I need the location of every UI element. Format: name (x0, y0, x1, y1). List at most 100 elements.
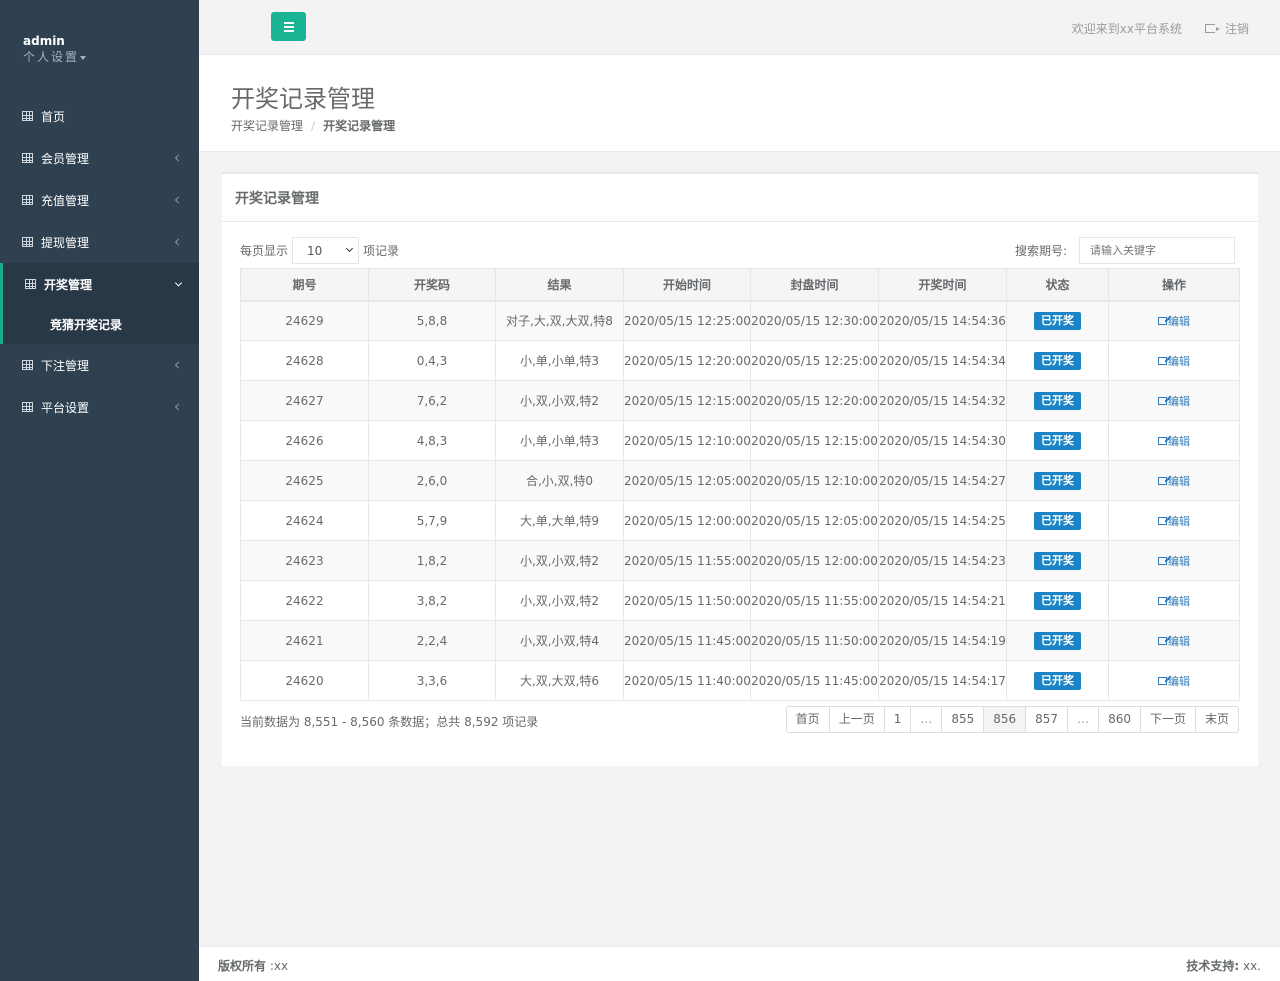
sidebar-item-6[interactable]: 下注管理 (0, 344, 199, 386)
table-cell: 编辑 (1108, 660, 1240, 701)
table-cell: 24623 (240, 540, 369, 581)
table-row: 24623 1,8,2 小,双,小双,特2 2020/05/15 11:55:00 20… (240, 540, 1240, 581)
sidebar-item-1[interactable]: 会员管理 (0, 137, 199, 179)
column-header[interactable]: 开奖时间 (878, 268, 1007, 302)
pagination-button[interactable]: 857 (1025, 706, 1069, 733)
pencil-square-icon (1158, 436, 1167, 445)
table-cell: 已开奖 (1006, 540, 1109, 581)
table-controls: 每页显示 10 项记录 搜索期号: (240, 237, 1235, 265)
table-cell: 2020/05/15 12:25:00 (750, 340, 879, 381)
column-header[interactable]: 操作 (1108, 268, 1240, 302)
chevron-left-icon (174, 403, 183, 411)
pagination-button[interactable]: 856 (983, 706, 1027, 733)
pencil-square-icon (1158, 596, 1167, 605)
pagination-button[interactable]: 860 (1098, 706, 1141, 733)
logout-link[interactable]: 注销 (1204, 20, 1249, 37)
search-input[interactable] (1079, 237, 1235, 264)
table-cell: 2020/05/15 12:15:00 (623, 380, 751, 421)
table-cell: 编辑 (1108, 380, 1240, 421)
edit-link[interactable]: 编辑 (1158, 393, 1190, 409)
edit-label: 编辑 (1168, 674, 1190, 688)
sidebar-item-4[interactable]: 开奖管理 (0, 263, 199, 305)
length-suffix: 项记录 (363, 244, 400, 258)
profile-settings-dropdown[interactable]: 个人设置 (23, 49, 87, 65)
edit-link[interactable]: 编辑 (1158, 593, 1190, 609)
table-cell: 编辑 (1108, 620, 1240, 661)
table-cell: 7,6,2 (368, 380, 496, 421)
edit-link[interactable]: 编辑 (1158, 673, 1190, 689)
table-cell: 4,8,3 (368, 420, 496, 461)
edit-link[interactable]: 编辑 (1158, 433, 1190, 449)
table-row: 24621 2,2,4 小,双,小双,特4 2020/05/15 11:45:00 20… (240, 620, 1240, 661)
edit-link[interactable]: 编辑 (1158, 473, 1190, 489)
menu-toggle-button[interactable] (271, 12, 306, 41)
pencil-square-icon (1158, 516, 1167, 525)
records-table-wrapper: 期号 开奖码 结果 开始时间 封盘时间 开奖时间 状态 操作 24629 5,8,8 对子,大,双… (240, 268, 1240, 701)
breadcrumb-link[interactable]: 开奖记录管理 (231, 119, 303, 133)
table-cell: 已开奖 (1006, 380, 1109, 421)
pagination-button[interactable]: 首页 (785, 706, 830, 733)
table-cell: 合,小,双,特0 (495, 460, 624, 501)
table-cell: 2020/05/15 14:54:19 (878, 620, 1007, 661)
breadcrumb: 开奖记录管理 / 开奖记录管理 (231, 117, 395, 134)
edit-link[interactable]: 编辑 (1158, 553, 1190, 569)
profile-username: admin (23, 34, 65, 48)
pencil-square-icon (1158, 316, 1167, 325)
table-cell: 24625 (240, 460, 369, 501)
pencil-square-icon (1158, 636, 1167, 645)
table-cell: 5,7,9 (368, 500, 496, 541)
chevron-left-icon (174, 154, 183, 162)
table-cell: 2020/05/15 14:54:27 (878, 460, 1007, 501)
column-header[interactable]: 封盘时间 (750, 268, 879, 302)
table-cell: 24620 (240, 660, 369, 701)
table-row: 24628 0,4,3 小,单,小单,特3 2020/05/15 12:20:00 20… (240, 340, 1240, 381)
edit-link[interactable]: 编辑 (1158, 633, 1190, 649)
edit-link[interactable]: 编辑 (1158, 353, 1190, 369)
table-cell: 已开奖 (1006, 340, 1109, 381)
sidebar: admin 个人设置 首页 会员管理 充值管理 提现管理开奖管理竞猜开奖记录 下注管理平… (0, 0, 199, 981)
table-cell: 2020/05/15 11:45:00 (623, 620, 751, 661)
length-prefix: 每页显示 (240, 244, 289, 258)
table-cell: 2020/05/15 12:10:00 (750, 460, 879, 501)
edit-label: 编辑 (1168, 514, 1190, 528)
pagination-button[interactable]: 下一页 (1139, 706, 1196, 733)
page-heading: 开奖记录管理 开奖记录管理 / 开奖记录管理 (199, 55, 1280, 152)
table-cell: 已开奖 (1006, 460, 1109, 501)
sidebar-item-0[interactable]: 首页 (0, 95, 199, 137)
table-cell: 2020/05/15 14:54:36 (878, 300, 1007, 341)
column-header[interactable]: 结果 (495, 268, 624, 302)
table-cell: 已开奖 (1006, 420, 1109, 461)
sidebar-item-3[interactable]: 提现管理 (0, 221, 199, 263)
table-cell: 0,4,3 (368, 340, 496, 381)
table-cell: 24622 (240, 580, 369, 621)
column-header[interactable]: 状态 (1006, 268, 1109, 302)
chevron-left-icon (174, 238, 183, 246)
support-label: 技术支持: (1186, 959, 1240, 973)
table-cell: 小,双,小双,特2 (495, 540, 624, 581)
sidebar-item-2[interactable]: 充值管理 (0, 179, 199, 221)
pagination-button[interactable]: 上一页 (828, 706, 885, 733)
table-cell: 编辑 (1108, 340, 1240, 381)
sidebar-item-7[interactable]: 平台设置 (0, 386, 199, 428)
sidebar-item-label: 开奖管理 (44, 277, 93, 292)
column-header[interactable]: 开奖码 (368, 268, 496, 302)
pagination-button[interactable]: 1 (883, 706, 912, 733)
column-header[interactable]: 开始时间 (623, 268, 751, 302)
chevron-left-icon (174, 196, 183, 204)
column-header[interactable]: 期号 (240, 268, 369, 302)
sidebar-subitem-lottery-records[interactable]: 竞猜开奖记录 (0, 305, 199, 344)
table-cell: 24627 (240, 380, 369, 421)
edit-link[interactable]: 编辑 (1158, 513, 1190, 529)
edit-link[interactable]: 编辑 (1158, 313, 1190, 329)
pagination-button: … (1067, 706, 1100, 733)
page-length-select[interactable]: 10 (292, 237, 360, 264)
pagination-button[interactable]: 末页 (1194, 706, 1239, 733)
table-cell: 已开奖 (1006, 300, 1109, 341)
table-cell: 编辑 (1108, 460, 1240, 501)
table-cell: 已开奖 (1006, 620, 1109, 661)
pagination-button[interactable]: 855 (941, 706, 985, 733)
status-badge: 已开奖 (1034, 431, 1081, 450)
table-cell: 2020/05/15 11:55:00 (623, 540, 751, 581)
table-cell: 已开奖 (1006, 660, 1109, 701)
table-cell: 2,2,4 (368, 620, 496, 661)
